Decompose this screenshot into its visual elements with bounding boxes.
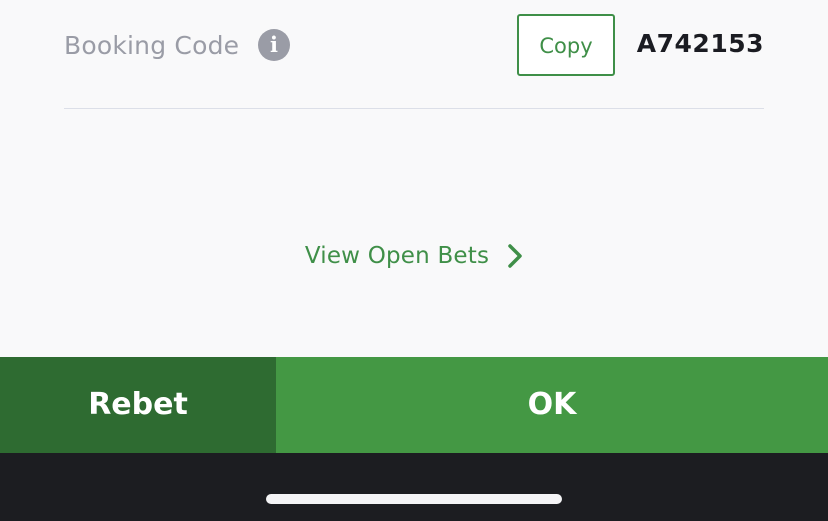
- home-indicator[interactable]: [266, 494, 562, 504]
- view-open-bets-label: View Open Bets: [304, 243, 490, 269]
- view-open-bets-content: View Open Bets: [305, 243, 523, 269]
- bet-confirmation-screen: Booking Code i Copy A742153 View Open Be…: [0, 0, 828, 521]
- chevron-right-icon: [508, 244, 522, 268]
- booking-code-row: Booking Code i Copy A742153: [64, 0, 764, 109]
- system-bottom-bar: [0, 453, 828, 521]
- view-open-bets-link[interactable]: View Open Bets: [0, 243, 828, 269]
- booking-code-value: A742153: [636, 29, 764, 58]
- copy-button[interactable]: Copy: [517, 14, 615, 76]
- action-buttons: Rebet OK: [0, 357, 828, 453]
- ok-button[interactable]: OK: [276, 357, 828, 453]
- booking-code-label: Booking Code: [64, 31, 240, 60]
- info-icon[interactable]: i: [258, 29, 290, 61]
- rebet-button[interactable]: Rebet: [0, 357, 276, 453]
